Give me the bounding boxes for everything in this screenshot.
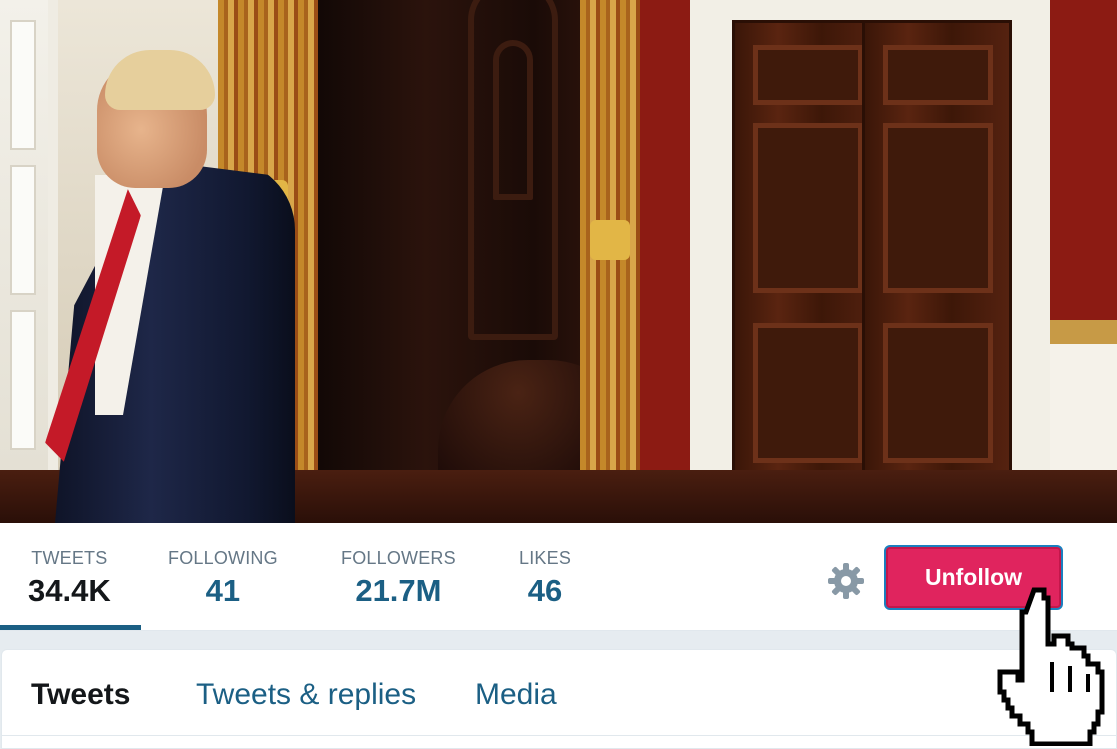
stat-label: FOLLOWERS — [341, 548, 456, 568]
profile-nav: TWEETS 34.4K FOLLOWING 41 FOLLOWERS 21.7… — [0, 523, 1117, 631]
stat-label: LIKES — [519, 548, 572, 568]
gear-icon[interactable] — [826, 561, 866, 601]
person-figure — [55, 50, 305, 523]
stat-following[interactable]: FOLLOWING 41 — [168, 548, 278, 609]
tab-tweets[interactable]: Tweets — [31, 678, 130, 712]
stat-value: 21.7M — [355, 573, 442, 608]
tab-tweets-and-replies[interactable]: Tweets & replies — [196, 678, 416, 712]
curtain-right — [580, 0, 640, 523]
stat-likes[interactable]: LIKES 46 — [519, 548, 571, 609]
doorway — [690, 0, 1050, 490]
timeline-card: Tweets Tweets & replies Media — [1, 649, 1117, 749]
stat-label: TWEETS — [31, 548, 108, 568]
stat-value: 41 — [205, 573, 241, 608]
window — [0, 0, 58, 470]
stat-value: 34.4K — [28, 573, 111, 608]
unfollow-button[interactable]: Unfollow — [884, 545, 1063, 610]
cabinet — [318, 0, 638, 523]
profile-page: TWEETS 34.4K FOLLOWING 41 FOLLOWERS 21.7… — [0, 0, 1117, 749]
tab-media[interactable]: Media — [475, 678, 557, 712]
header-photo — [0, 0, 1117, 523]
stat-value: 46 — [527, 573, 563, 608]
divider — [2, 735, 1117, 736]
stat-followers[interactable]: FOLLOWERS 21.7M — [341, 548, 456, 609]
active-tab-indicator — [0, 625, 141, 630]
stat-label: FOLLOWING — [168, 548, 278, 568]
stat-tweets[interactable]: TWEETS 34.4K — [28, 548, 111, 609]
